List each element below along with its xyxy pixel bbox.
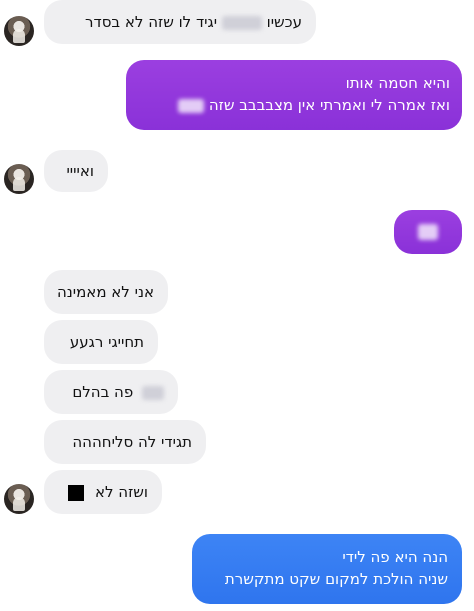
- outgoing-message-redacted[interactable]: [394, 210, 462, 254]
- message-line: שניה הולכת למקום שקט מתקשרת: [224, 570, 448, 588]
- incoming-message[interactable]: תגידי לה סליחההה: [44, 420, 206, 464]
- incoming-message[interactable]: תחייגי רגעע: [44, 320, 158, 364]
- contact-avatar[interactable]: [4, 164, 34, 194]
- message-text: תגידי לה סליחההה: [72, 433, 192, 451]
- message-line: הנה היא פה לידי: [342, 548, 448, 566]
- contact-avatar[interactable]: [4, 484, 34, 514]
- message-line: והיא חסמה אותו: [345, 74, 450, 92]
- outgoing-message[interactable]: והיא חסמה אותו ואז אמרה לי ואמרתי אין מצ…: [126, 60, 462, 130]
- blurred-content: [142, 385, 164, 400]
- contact-avatar[interactable]: [4, 16, 34, 46]
- message-text: יגיד לו שזה לא בסדר: [85, 13, 218, 31]
- message-text: אני לא מאמינה: [56, 283, 154, 301]
- incoming-message[interactable]: עכשיו יגיד לו שזה לא בסדר: [44, 0, 316, 44]
- message-text: עכשיו: [266, 13, 302, 31]
- incoming-message[interactable]: פה בהלם: [44, 370, 178, 414]
- blurred-name: [178, 98, 205, 113]
- incoming-message[interactable]: אני לא מאמינה: [44, 270, 168, 314]
- message-text: ושזה לא: [94, 483, 148, 501]
- message-text: ואיייי: [66, 162, 94, 180]
- outgoing-message[interactable]: הנה היא פה לידי שניה הולכת למקום שקט מתק…: [192, 534, 462, 604]
- message-line: ואז אמרה לי ואמרתי אין מצבבבב שזה: [140, 94, 450, 116]
- message-text: תחייגי רגעע: [69, 333, 144, 351]
- message-text: פה בהלם: [72, 383, 134, 401]
- redaction-box: [68, 484, 85, 501]
- blurred-name: [221, 15, 262, 30]
- incoming-message[interactable]: ואיייי: [44, 150, 108, 192]
- blurred-content: [418, 224, 438, 240]
- incoming-message[interactable]: ושזה לא: [44, 470, 162, 514]
